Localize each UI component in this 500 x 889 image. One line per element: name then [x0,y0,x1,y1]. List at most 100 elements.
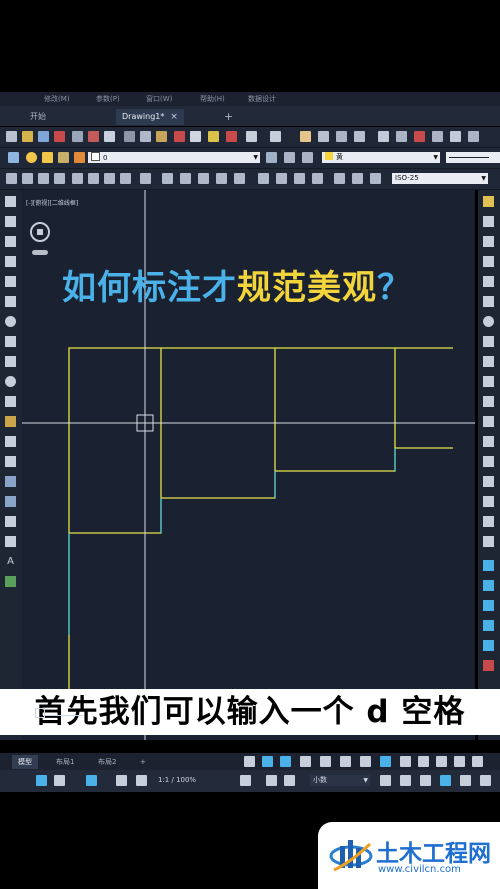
hatch-back-icon[interactable] [483,660,494,671]
save-icon[interactable] [38,131,49,142]
offset-icon[interactable] [483,256,494,267]
array-icon[interactable] [483,276,494,287]
insert-block-icon[interactable] [5,416,16,427]
arc-icon[interactable] [5,296,16,307]
tool-palettes-icon[interactable] [414,131,425,142]
pencil-icon[interactable] [483,196,494,207]
quick-properties-icon[interactable] [380,775,391,786]
table-icon[interactable] [5,536,16,547]
zoom-realtime-icon[interactable] [318,131,329,142]
break-icon[interactable] [483,436,494,447]
object-snap-icon[interactable] [380,756,391,767]
point-icon[interactable] [5,456,16,467]
polygon-icon[interactable] [5,256,16,267]
annotation-visibility-icon[interactable] [86,775,97,786]
new-icon[interactable] [6,131,17,142]
trim-icon[interactable] [483,376,494,387]
brush-icon[interactable] [208,131,219,142]
pan-hand-icon[interactable] [300,131,311,142]
dim-angular-icon[interactable] [120,173,131,184]
stretch-icon[interactable] [483,356,494,367]
hardware-acceleration-icon[interactable] [440,775,451,786]
add-layout-button[interactable]: + [134,755,152,769]
units-dropdown[interactable]: 小数 ▼ [310,775,370,786]
workspace-gear-icon[interactable] [240,775,251,786]
polar-tracking-icon[interactable] [340,756,351,767]
spline-icon[interactable] [5,356,16,367]
revision-cloud-icon[interactable] [5,336,16,347]
dim-edit-icon[interactable] [312,173,323,184]
tab-layout2[interactable]: 布局2 [92,755,122,769]
annotation-scale-icon[interactable] [116,775,127,786]
line-icon[interactable] [5,196,16,207]
redo-icon[interactable] [270,131,281,142]
draw-order-icon[interactable] [483,560,494,571]
navigation-bar-icon[interactable] [32,250,48,255]
dim-arc-icon[interactable] [38,173,49,184]
layer-lock-icon[interactable] [58,152,69,163]
dim-quick-icon[interactable] [140,173,151,184]
transparency-icon[interactable] [418,756,429,767]
cut-icon[interactable] [124,131,135,142]
preview-icon[interactable] [88,131,99,142]
dim-linear-icon[interactable] [6,173,17,184]
break-at-point-icon[interactable] [483,416,494,427]
color-dropdown[interactable]: 黄 ▼ [322,152,440,163]
saveas-icon[interactable] [54,131,65,142]
inspection-icon[interactable] [276,173,287,184]
layer-previous-icon[interactable] [284,152,295,163]
ellipse-icon[interactable] [5,376,16,387]
copy-icon[interactable] [140,131,151,142]
menu-parametric[interactable]: 参数(P) [96,92,120,106]
dim-jogged-icon[interactable] [88,173,99,184]
markup-icon[interactable] [450,131,461,142]
zoom-previous-icon[interactable] [354,131,365,142]
tab-drawing1[interactable]: Drawing1* × [116,109,184,125]
tab-layout1[interactable]: 布局1 [50,755,80,769]
tab-start[interactable]: 开始 [24,109,52,125]
undo-icon[interactable] [246,131,257,142]
3d-osnap-icon[interactable] [454,756,465,767]
move-icon[interactable] [483,296,494,307]
auto-scale-icon[interactable] [136,775,147,786]
layer-properties-icon[interactable] [8,152,19,163]
open-icon[interactable] [22,131,33,142]
selection-filter-icon[interactable] [36,775,47,786]
sheet-set-icon[interactable] [432,131,443,142]
gradient-icon[interactable] [5,496,16,507]
viewport-controls[interactable]: [-][俯视][二维线框] [26,198,78,207]
jogged-linear-icon[interactable] [294,173,305,184]
lock-ui-icon[interactable] [400,775,411,786]
tolerance-icon[interactable] [234,173,245,184]
dim-update-icon[interactable] [352,173,363,184]
view-cube-icon[interactable] [30,222,50,242]
chamfer-icon[interactable] [483,476,494,487]
text-front-icon[interactable] [483,620,494,631]
selection-cycling-icon[interactable] [436,756,447,767]
erase-icon[interactable] [226,131,237,142]
dim-space-icon[interactable] [198,173,209,184]
fillet-icon[interactable] [483,496,494,507]
dim-break-icon[interactable] [216,173,227,184]
close-icon[interactable]: × [170,112,178,122]
dim-text-edit-icon[interactable] [334,173,345,184]
isometric-icon[interactable] [360,756,371,767]
lineweight-icon[interactable] [400,756,411,767]
add-selected-icon[interactable] [5,576,16,587]
rectangle-icon[interactable] [5,276,16,287]
print-icon[interactable] [72,131,83,142]
layer-isolate-icon[interactable] [302,152,313,163]
annotation-monitor-icon[interactable] [284,775,295,786]
layer-plot-icon[interactable] [74,152,85,163]
isolate-objects-icon[interactable] [420,775,431,786]
snap-mode-icon[interactable] [244,756,255,767]
new-tab-button[interactable]: + [218,109,239,125]
customization-icon[interactable] [480,775,491,786]
join-icon[interactable] [483,456,494,467]
match-properties-icon[interactable] [174,131,185,142]
make-block-icon[interactable] [5,436,16,447]
dim-aligned-icon[interactable] [22,173,33,184]
dim-radius-icon[interactable] [72,173,83,184]
rotate-icon[interactable] [483,316,494,327]
make-current-icon[interactable] [266,152,277,163]
